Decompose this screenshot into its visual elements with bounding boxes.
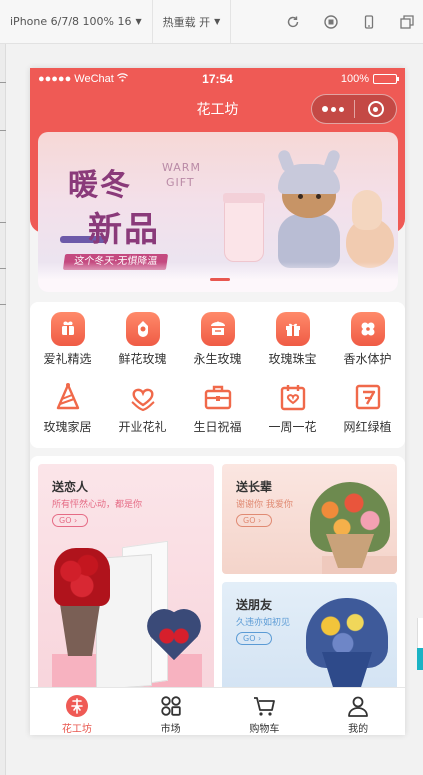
tab-label: 购物车	[249, 724, 280, 735]
flower-icon	[350, 312, 385, 346]
banner-snow	[38, 262, 398, 292]
gift-box-icon	[275, 312, 310, 346]
category-item[interactable]: 玫瑰珠宝	[255, 312, 330, 372]
promo-subtitle: 所有怦然心动，都是你	[52, 500, 143, 510]
banner-title-line2: 新品	[88, 212, 160, 249]
tab-profile[interactable]: 我的	[311, 688, 405, 735]
category-item[interactable]: 永生玫瑰	[180, 312, 255, 372]
tab-label: 我的	[348, 724, 369, 735]
briefcase-icon	[201, 380, 235, 414]
battery-icon	[373, 74, 399, 84]
promo-go-button[interactable]: GO ›	[236, 632, 272, 645]
hot-reload-select[interactable]: 热重载 开 ▼	[153, 0, 232, 43]
banner-english: WARM GIFT	[162, 160, 201, 190]
calendar-heart-icon	[276, 380, 310, 414]
hot-reload-label: 热重载 开	[162, 15, 211, 29]
phone-icon[interactable]	[361, 14, 377, 30]
mini-program-capsule	[311, 94, 397, 124]
tab-bar: 花工坊 市场 购物车 我的	[30, 687, 405, 735]
banner-indicator	[210, 278, 230, 281]
go-label: GO	[243, 516, 256, 525]
phone-simulator: ●●●●● WeChat 17:54 100% 花工坊 暖冬 新品 WARM G…	[30, 68, 405, 735]
promo-bouquet-wrap	[322, 652, 372, 692]
promo-bouquet-wrap	[60, 604, 100, 656]
banner-bear-image	[274, 148, 344, 268]
chevron-down-icon: ▼	[135, 17, 142, 26]
right-panel-edge	[417, 618, 423, 670]
promo-section: 送恋人 所有怦然心动，都是你 GO › 送长辈 谢谢你 我爱你 GO › 送朋友…	[30, 456, 405, 696]
category-label: 开业花礼	[118, 420, 167, 434]
banner-en-line2: GIFT	[166, 176, 195, 189]
window-icon[interactable]	[399, 14, 415, 30]
tab-label: 市场	[160, 724, 181, 735]
promo-title: 送长辈	[236, 480, 273, 494]
promo-banner[interactable]: 暖冬 新品 WARM GIFT 这个冬天·无惧降温	[38, 132, 398, 292]
promo-subtitle: 谢谢你 我爱你	[236, 500, 293, 510]
category-item[interactable]: 网红绿植	[330, 380, 405, 440]
tab-market[interactable]: 市场	[124, 688, 218, 735]
left-panel-edge	[0, 44, 6, 775]
preserved-rose-icon	[200, 312, 235, 346]
promo-roses-image	[156, 624, 192, 648]
party-hat-icon	[51, 380, 85, 414]
nav-bar: 花工坊	[30, 92, 405, 126]
category-item[interactable]: 开业花礼	[105, 380, 180, 440]
cart-icon	[252, 694, 276, 718]
promo-card-friends[interactable]: 送朋友 久违亦如初见 GO ›	[222, 582, 397, 694]
category-label: 永生玫瑰	[193, 352, 242, 366]
category-label: 一周一花	[268, 420, 317, 434]
tab-home[interactable]: 花工坊	[30, 688, 124, 735]
banner-title-line1: 暖冬	[68, 169, 132, 202]
category-label: 香水体护	[343, 352, 392, 366]
promo-go-button[interactable]: GO ›	[236, 514, 272, 527]
heart-hands-icon	[126, 380, 160, 414]
banner-alpaca-image	[340, 182, 396, 272]
close-mini-program-icon[interactable]	[355, 101, 396, 117]
stop-icon[interactable]	[323, 14, 339, 30]
chevron-down-icon: ▼	[214, 17, 221, 26]
more-icon[interactable]	[312, 106, 354, 112]
promo-go-button[interactable]: GO ›	[52, 514, 88, 527]
promo-rose-bouquet-image	[54, 548, 110, 606]
promo-card-lover[interactable]: 送恋人 所有怦然心动，都是你 GO ›	[38, 464, 214, 694]
promo-subtitle: 久违亦如初见	[236, 618, 291, 628]
category-item[interactable]: 香水体护	[330, 312, 405, 372]
status-bar: ●●●●● WeChat 17:54 100%	[30, 68, 405, 90]
category-label: 玫瑰家居	[43, 420, 92, 434]
device-select-label: iPhone 6/7/8 100% 16	[10, 15, 132, 28]
user-icon	[346, 694, 370, 718]
category-item[interactable]: 玫瑰家居	[30, 380, 105, 440]
refresh-icon[interactable]	[285, 14, 301, 30]
promo-card-elders[interactable]: 送长辈 谢谢你 我爱你 GO ›	[222, 464, 397, 574]
category-label: 爱礼精选	[43, 352, 92, 366]
market-grid-icon	[159, 694, 183, 718]
category-label: 网红绿植	[343, 420, 392, 434]
category-label: 玫瑰珠宝	[268, 352, 317, 366]
promo-title: 送恋人	[52, 480, 89, 494]
category-item[interactable]: 生日祝福	[180, 380, 255, 440]
status-time: 17:54	[202, 72, 233, 86]
banner-en-line1: WARM	[162, 161, 201, 174]
device-select[interactable]: iPhone 6/7/8 100% 16 ▼	[0, 0, 153, 43]
category-item[interactable]: 一周一花	[255, 380, 330, 440]
category-item[interactable]: 鲜花玫瑰	[105, 312, 180, 372]
category-label: 生日祝福	[193, 420, 242, 434]
category-item[interactable]: 爱礼精选	[30, 312, 105, 372]
go-label: GO	[243, 634, 256, 643]
promo-title: 送朋友	[236, 598, 273, 612]
go-label: GO	[59, 516, 72, 525]
page-title: 花工坊	[196, 102, 239, 118]
category-grid: 爱礼精选 鲜花玫瑰 永生玫瑰 玫瑰珠宝 香水体护 玫瑰家居 开业花礼 生日祝福 …	[30, 302, 405, 448]
devtools-toolbar: iPhone 6/7/8 100% 16 ▼ 热重载 开 ▼	[0, 0, 423, 44]
rose-icon	[125, 312, 160, 346]
category-label: 鲜花玫瑰	[118, 352, 167, 366]
plant-icon	[351, 380, 385, 414]
home-flower-icon	[65, 694, 89, 718]
tab-cart[interactable]: 购物车	[218, 688, 312, 735]
gift-select-icon	[50, 312, 85, 346]
tab-label: 花工坊	[61, 724, 92, 735]
banner-cup-image	[223, 193, 265, 262]
